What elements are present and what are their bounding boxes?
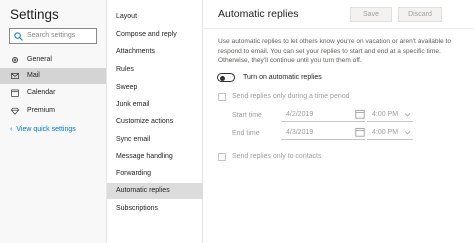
sidebar-item-label: General bbox=[27, 56, 52, 63]
save-button[interactable]: Save bbox=[350, 7, 392, 22]
menu-item-junk-email[interactable]: Junk email bbox=[107, 97, 203, 113]
mail-icon bbox=[11, 73, 19, 79]
automatic-replies-pane: Automatic replies Save Discard Use autom… bbox=[204, 0, 474, 243]
menu-item-label: Compose and reply bbox=[116, 31, 177, 38]
sidebar-item-calendar[interactable]: Calendar bbox=[0, 85, 106, 101]
view-quick-settings-label: View quick settings bbox=[16, 126, 76, 133]
menu-item-label: Automatic replies bbox=[116, 187, 170, 194]
discard-button[interactable]: Discard bbox=[398, 7, 442, 22]
start-time-select[interactable]: 4:00 PM bbox=[367, 108, 413, 122]
page-title: Automatic replies bbox=[218, 8, 299, 20]
sidebar-item-label: Calendar bbox=[27, 89, 56, 96]
chevron-down-icon bbox=[404, 113, 411, 117]
settings-window: Settings Search settings General Mail Ca… bbox=[0, 0, 474, 243]
sidebar-item-mail[interactable]: Mail bbox=[0, 68, 106, 84]
automatic-replies-toggle[interactable] bbox=[217, 73, 235, 82]
start-time-value: 4:00 PM bbox=[372, 111, 399, 118]
settings-sidebar: Settings Search settings General Mail Ca… bbox=[0, 0, 107, 243]
menu-item-automatic-replies[interactable]: Automatic replies bbox=[107, 183, 203, 199]
time-period-checkbox[interactable] bbox=[218, 93, 226, 101]
menu-item-label: Subscriptions bbox=[116, 205, 159, 212]
end-date-value: 4/3/2019 bbox=[286, 129, 314, 136]
menu-item-subscriptions[interactable]: Subscriptions bbox=[107, 201, 203, 217]
end-time-value: 4:00 PM bbox=[372, 129, 399, 136]
calendar-icon bbox=[11, 89, 19, 97]
menu-item-label: Junk email bbox=[116, 101, 150, 108]
menu-item-label: Layout bbox=[116, 13, 138, 20]
menu-item-layout[interactable]: Layout bbox=[107, 9, 203, 25]
automatic-replies-description: Use automatic replies to let others know… bbox=[218, 38, 452, 64]
view-quick-settings-link[interactable]: ‹ View quick settings bbox=[10, 126, 76, 133]
menu-item-label: Message handling bbox=[116, 153, 173, 160]
chevron-down-icon bbox=[404, 131, 411, 135]
sidebar-item-label: Mail bbox=[27, 72, 40, 79]
menu-item-sync-email[interactable]: Sync email bbox=[107, 132, 203, 148]
menu-item-label: Customize actions bbox=[116, 118, 174, 125]
search-icon bbox=[14, 32, 23, 41]
chevron-left-icon: ‹ bbox=[10, 126, 13, 133]
menu-item-label: Rules bbox=[116, 66, 134, 73]
search-settings-input[interactable]: Search settings bbox=[9, 28, 97, 44]
calendar-icon bbox=[355, 127, 365, 137]
mail-settings-menu: Layout Compose and reply Attachments Rul… bbox=[107, 0, 203, 243]
diamond-icon bbox=[11, 107, 19, 115]
end-time-select[interactable]: 4:00 PM bbox=[367, 126, 413, 140]
end-date-field[interactable]: 4/3/2019 bbox=[281, 126, 365, 140]
start-date-field[interactable]: 4/2/2019 bbox=[281, 108, 365, 122]
menu-item-label: Sweep bbox=[116, 84, 138, 91]
sidebar-item-general[interactable]: General bbox=[0, 52, 106, 68]
menu-item-customize-actions[interactable]: Customize actions bbox=[107, 114, 203, 130]
settings-title: Settings bbox=[10, 7, 59, 22]
toggle-knob bbox=[220, 75, 225, 81]
time-period-label: Send replies only during a time period bbox=[232, 93, 350, 100]
start-time-label: Start time bbox=[232, 112, 262, 119]
calendar-icon bbox=[355, 109, 365, 119]
menu-item-label: Sync email bbox=[116, 136, 151, 143]
sidebar-item-label: Premium bbox=[27, 107, 56, 114]
contacts-only-checkbox[interactable] bbox=[218, 153, 226, 161]
menu-item-message-handling[interactable]: Message handling bbox=[107, 149, 203, 165]
search-placeholder: Search settings bbox=[27, 32, 76, 39]
header-divider bbox=[204, 28, 474, 29]
menu-item-compose-and-reply[interactable]: Compose and reply bbox=[107, 27, 203, 43]
contacts-only-label: Send replies only to contacts bbox=[232, 153, 322, 160]
menu-item-label: Attachments bbox=[116, 48, 155, 55]
menu-item-rules[interactable]: Rules bbox=[107, 62, 203, 78]
menu-item-forwarding[interactable]: Forwarding bbox=[107, 166, 203, 182]
toggle-label: Turn on automatic replies bbox=[243, 74, 322, 81]
menu-item-sweep[interactable]: Sweep bbox=[107, 80, 203, 96]
start-date-value: 4/2/2019 bbox=[286, 111, 314, 118]
sidebar-item-premium[interactable]: Premium bbox=[0, 103, 106, 119]
end-time-label: End time bbox=[232, 130, 260, 137]
menu-item-label: Forwarding bbox=[116, 170, 152, 177]
gear-icon bbox=[12, 57, 18, 63]
menu-item-attachments[interactable]: Attachments bbox=[107, 44, 203, 60]
